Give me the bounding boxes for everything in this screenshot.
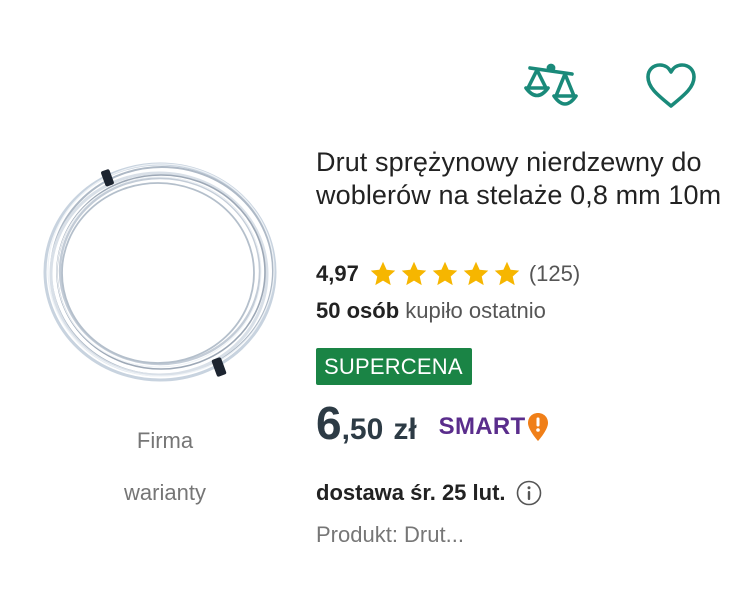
supercena-badge: SUPERCENA — [316, 348, 472, 385]
product-title[interactable]: Drut sprężynowy nierdzewny do woblerów n… — [316, 146, 726, 212]
star-icon — [370, 261, 396, 286]
product-variant-line: Produkt: Drut... — [316, 522, 464, 547]
brand-label[interactable]: Firma — [0, 428, 330, 454]
rating-value: 4,97 — [316, 261, 359, 286]
scales-icon — [524, 63, 578, 106]
star-icon — [432, 261, 458, 286]
star-icon — [401, 261, 427, 286]
wire-coil-image — [43, 162, 277, 382]
price-currency: zł — [393, 413, 417, 446]
smart-pin-icon — [528, 413, 549, 441]
price-decimal: ,50 — [341, 413, 384, 446]
compare-button[interactable] — [522, 58, 580, 116]
smart-label: SMART — [438, 413, 526, 440]
product-image-container[interactable] — [28, 150, 298, 395]
price-integer: 6 — [316, 397, 342, 449]
rating-stars — [369, 260, 521, 288]
star-icon — [494, 261, 520, 286]
price-row: 6 ,50 zł SMART — [316, 396, 549, 450]
variants-label[interactable]: warianty — [0, 480, 330, 506]
star-icon — [463, 261, 489, 286]
info-icon[interactable] — [516, 480, 542, 506]
delivery-row: dostawa śr. 25 lut. — [316, 480, 542, 506]
delivery-date: dostawa śr. 25 lut. — [316, 480, 506, 505]
recent-purchases-count: 50 osób — [316, 298, 400, 323]
smart-logo[interactable]: SMART — [439, 412, 550, 442]
product-info: Drut sprężynowy nierdzewny do woblerów n… — [316, 146, 726, 547]
recent-purchases: 50 osób kupiło ostatnio — [316, 298, 546, 324]
favorite-button[interactable] — [642, 58, 700, 116]
rating-count: (125) — [528, 261, 581, 286]
recent-purchases-text: kupiło ostatnio — [405, 298, 546, 323]
heart-icon — [646, 63, 696, 108]
rating-row[interactable]: 4,97 (125) — [316, 260, 580, 288]
